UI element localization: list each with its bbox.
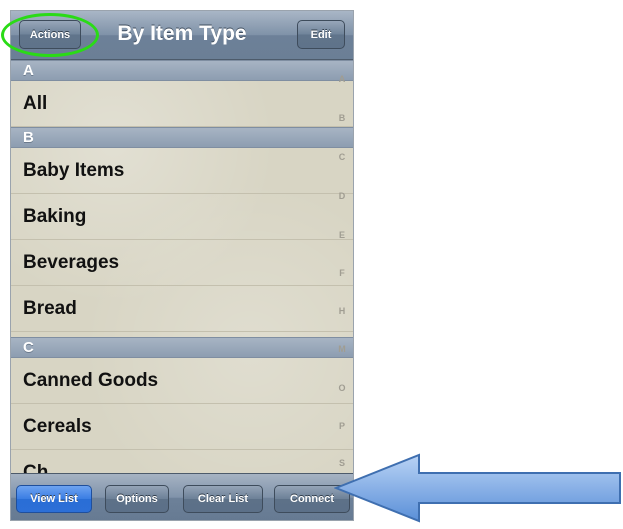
- index-letter[interactable]: C: [331, 152, 353, 162]
- options-button[interactable]: Options: [105, 485, 169, 513]
- list-item-all[interactable]: All: [11, 81, 353, 127]
- list-item-bread[interactable]: Bread: [11, 286, 353, 332]
- index-letter[interactable]: E: [331, 230, 353, 240]
- list-item-canned-goods[interactable]: Canned Goods: [11, 358, 353, 404]
- arrow-annotation-icon: [334, 453, 621, 523]
- view-list-button[interactable]: View List: [16, 485, 92, 513]
- index-letter[interactable]: H: [331, 306, 353, 316]
- highlight-circle-annotation: [1, 13, 99, 57]
- index-letter[interactable]: D: [331, 191, 353, 201]
- item-type-list[interactable]: A All B Baby Items Baking Beverages Brea…: [11, 60, 353, 473]
- list-item-cereals[interactable]: Cereals: [11, 404, 353, 450]
- section-header-c: C: [11, 337, 353, 358]
- list-item-baking[interactable]: Baking: [11, 194, 353, 240]
- section-header-b: B: [11, 127, 353, 148]
- arrow-shape: [334, 453, 621, 523]
- index-letter[interactable]: B: [331, 113, 353, 123]
- phone-screen: Actions By Item Type Edit A All B Baby I…: [10, 10, 354, 521]
- list-item-baby-items[interactable]: Baby Items: [11, 148, 353, 194]
- bottom-toolbar: View List Options Clear List Connect: [11, 473, 353, 520]
- section-header-a: A: [11, 60, 353, 81]
- index-letter[interactable]: P: [331, 421, 353, 431]
- index-letter[interactable]: A: [331, 74, 353, 84]
- page-title: By Item Type: [117, 22, 247, 45]
- list-item-beverages[interactable]: Beverages: [11, 240, 353, 286]
- clear-list-button[interactable]: Clear List: [183, 485, 263, 513]
- index-letter[interactable]: M: [331, 344, 353, 354]
- index-letter[interactable]: F: [331, 268, 353, 278]
- section-index-bar[interactable]: A B C D E F H M O P S: [331, 60, 353, 473]
- edit-button[interactable]: Edit: [297, 20, 345, 49]
- list-item-partial[interactable]: Ch: [11, 450, 353, 473]
- index-letter[interactable]: O: [331, 383, 353, 393]
